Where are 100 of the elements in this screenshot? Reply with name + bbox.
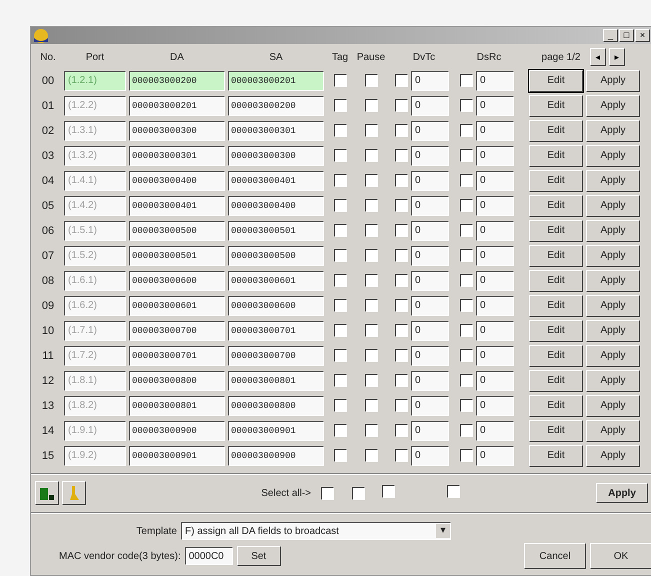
dvtc-checkbox[interactable] <box>395 224 408 237</box>
pause-checkbox[interactable] <box>364 424 378 437</box>
tag-checkbox[interactable] <box>334 349 346 362</box>
pause-checkbox[interactable] <box>364 374 378 387</box>
dvtc-checkbox[interactable] <box>395 324 408 337</box>
dvtc-checkbox[interactable] <box>395 74 408 87</box>
dvtc-field[interactable]: 0 <box>411 246 449 266</box>
dvtc-checkbox[interactable] <box>395 424 408 437</box>
dsrc-field[interactable]: 0 <box>476 396 514 416</box>
tag-checkbox[interactable] <box>334 99 346 112</box>
apply-button[interactable]: Apply <box>586 194 640 216</box>
dsrc-checkbox[interactable] <box>447 485 460 498</box>
da-field[interactable]: 000003000901 <box>129 446 225 466</box>
pause-checkbox[interactable] <box>364 74 378 87</box>
tag-checkbox[interactable] <box>334 324 346 337</box>
sa-field[interactable]: 000003000500 <box>228 246 324 266</box>
template-dropdown[interactable]: F) assign all DA fields to broadcast ▾ <box>181 522 451 540</box>
edit-button[interactable]: Edit <box>529 70 583 92</box>
window-control-button[interactable]: □ <box>619 29 634 42</box>
dsrc-checkbox[interactable] <box>460 224 473 237</box>
da-field[interactable]: 000003000401 <box>129 196 225 216</box>
apply-button[interactable]: Apply <box>586 120 640 142</box>
apply-button[interactable]: Apply <box>586 220 640 242</box>
apply-button[interactable]: Apply <box>586 94 640 116</box>
chart-toolbar-button[interactable] <box>35 481 59 505</box>
da-field[interactable]: 000003000801 <box>129 396 225 416</box>
sa-field[interactable]: 000003000300 <box>228 146 324 166</box>
dvtc-field[interactable]: 0 <box>411 296 449 316</box>
dvtc-checkbox[interactable] <box>395 199 408 212</box>
dvtc-field[interactable]: 0 <box>411 320 449 340</box>
dsrc-field[interactable]: 0 <box>476 220 514 240</box>
da-field[interactable]: 000003000701 <box>129 346 225 366</box>
tag-checkbox[interactable] <box>334 424 346 437</box>
figure-toolbar-button[interactable] <box>62 481 86 505</box>
apply-button[interactable]: Apply <box>586 270 640 292</box>
sa-field[interactable]: 000003000201 <box>228 70 324 90</box>
edit-button[interactable]: Edit <box>529 294 583 316</box>
da-field[interactable]: 000003000600 <box>129 270 225 290</box>
sa-field[interactable]: 000003000400 <box>228 196 324 216</box>
edit-button[interactable]: Edit <box>529 194 583 216</box>
dvtc-field[interactable]: 0 <box>411 70 449 90</box>
dsrc-checkbox[interactable] <box>460 274 473 287</box>
dvtc-field[interactable]: 0 <box>411 420 449 440</box>
pause-checkbox[interactable] <box>364 124 378 137</box>
apply-button[interactable]: Apply <box>586 170 640 192</box>
dvtc-checkbox[interactable] <box>395 399 408 412</box>
dvtc-checkbox[interactable] <box>395 174 408 187</box>
da-field[interactable]: 000003000201 <box>129 96 225 116</box>
tag-checkbox[interactable] <box>320 486 334 500</box>
apply-button[interactable]: Apply <box>586 394 640 416</box>
dsrc-checkbox[interactable] <box>460 199 473 212</box>
tag-checkbox[interactable] <box>334 399 346 412</box>
pause-checkbox[interactable] <box>364 224 378 237</box>
edit-button[interactable]: Edit <box>529 244 583 266</box>
dvtc-field[interactable]: 0 <box>411 120 449 140</box>
dsrc-field[interactable]: 0 <box>476 446 514 466</box>
sa-field[interactable]: 000003000401 <box>228 170 324 190</box>
pause-checkbox[interactable] <box>364 449 378 462</box>
edit-button[interactable]: Edit <box>529 344 583 366</box>
sa-field[interactable]: 000003000800 <box>228 396 324 416</box>
apply-button[interactable]: Apply <box>586 144 640 166</box>
edit-button[interactable]: Edit <box>529 220 583 242</box>
da-field[interactable]: 000003000400 <box>129 170 225 190</box>
da-field[interactable]: 000003000501 <box>129 246 225 266</box>
dsrc-checkbox[interactable] <box>460 449 473 462</box>
edit-button[interactable]: Edit <box>529 94 583 116</box>
dsrc-checkbox[interactable] <box>460 74 473 87</box>
edit-button[interactable]: Edit <box>529 420 583 442</box>
sa-field[interactable]: 000003000501 <box>228 220 324 240</box>
dvtc-field[interactable]: 0 <box>411 396 449 416</box>
dsrc-field[interactable]: 0 <box>476 96 514 116</box>
edit-button[interactable]: Edit <box>529 444 583 466</box>
dvtc-checkbox[interactable] <box>395 374 408 387</box>
page-nav-button[interactable]: ◂ <box>590 48 606 66</box>
edit-button[interactable]: Edit <box>529 170 583 192</box>
edit-button[interactable]: Edit <box>529 270 583 292</box>
tag-checkbox[interactable] <box>334 374 346 387</box>
edit-button[interactable]: Edit <box>529 320 583 342</box>
dvtc-checkbox[interactable] <box>395 149 408 162</box>
pause-checkbox[interactable] <box>364 274 378 287</box>
apply-button[interactable]: Apply <box>586 294 640 316</box>
pause-checkbox[interactable] <box>352 486 364 500</box>
dvtc-field[interactable]: 0 <box>411 370 449 390</box>
dvtc-checkbox[interactable] <box>395 249 408 262</box>
dsrc-field[interactable]: 0 <box>476 370 514 390</box>
apply-button[interactable]: Apply <box>586 70 640 92</box>
da-field[interactable]: 000003000700 <box>129 320 225 340</box>
sa-field[interactable]: 000003000200 <box>228 96 324 116</box>
tag-checkbox[interactable] <box>334 449 346 462</box>
sa-field[interactable]: 000003000900 <box>228 446 324 466</box>
tag-checkbox[interactable] <box>334 124 346 137</box>
pause-checkbox[interactable] <box>364 149 378 162</box>
tag-checkbox[interactable] <box>334 299 346 312</box>
dsrc-field[interactable]: 0 <box>476 146 514 166</box>
pause-checkbox[interactable] <box>364 99 378 112</box>
dvtc-field[interactable]: 0 <box>411 170 449 190</box>
edit-button[interactable]: Edit <box>529 120 583 142</box>
edit-button[interactable]: Edit <box>529 394 583 416</box>
apply-button[interactable]: Apply <box>586 420 640 442</box>
dsrc-checkbox[interactable] <box>460 424 473 437</box>
